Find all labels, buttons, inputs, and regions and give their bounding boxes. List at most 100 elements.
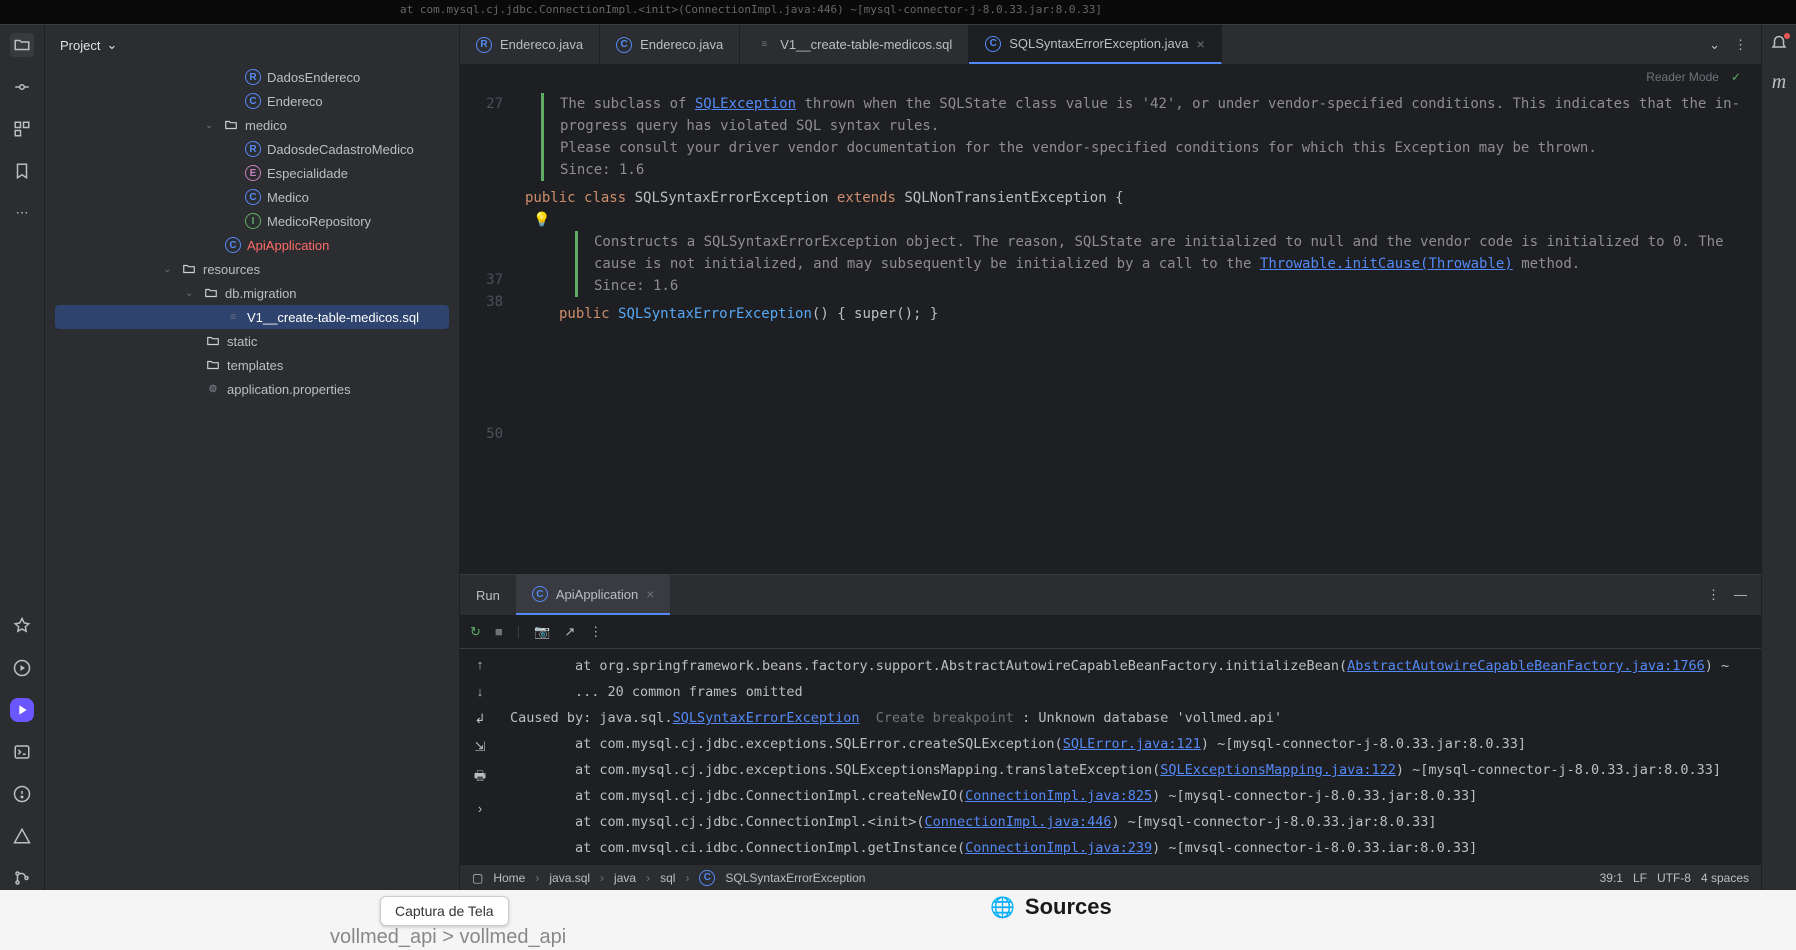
exit-icon[interactable]: ↗ <box>564 624 575 640</box>
wrap-icon[interactable]: ↲ <box>475 711 486 727</box>
chevron-down-icon: ⌄ <box>205 120 217 131</box>
chevron-down-icon[interactable]: ⌄ <box>1709 37 1720 53</box>
bulb-icon[interactable]: 💡 <box>533 212 550 228</box>
commit-icon[interactable] <box>10 75 34 99</box>
gear-icon: ⚙ <box>205 381 221 397</box>
breadcrumb[interactable]: SQLSyntaxErrorException <box>725 871 865 885</box>
project-header[interactable]: Project ⌄ <box>45 25 459 65</box>
problems-icon[interactable] <box>10 782 34 806</box>
notifications-icon[interactable] <box>1770 35 1788 53</box>
kebab-icon[interactable]: ⋮ <box>1734 37 1747 53</box>
project-tree[interactable]: RDadosEndereco C Endereco ⌄ medico RDadosd… <box>45 65 459 890</box>
interface-icon: I <box>245 213 261 229</box>
more-icon[interactable]: ⋯ <box>10 201 34 225</box>
cursor-pos[interactable]: 39:1 <box>1600 871 1623 885</box>
editor-meta: Reader Mode ✓ <box>460 65 1761 89</box>
run-icon[interactable] <box>10 656 34 680</box>
class-icon: C <box>699 870 715 886</box>
right-toolbar: m <box>1761 25 1796 890</box>
tree-label: ApiApplication <box>247 238 329 253</box>
project-icon[interactable] <box>10 33 34 57</box>
run-config-tab[interactable]: C ApiApplication × <box>516 575 671 615</box>
tree-label: Endereco <box>267 94 323 109</box>
indent[interactable]: 4 spaces <box>1701 871 1749 885</box>
down-icon[interactable]: ↓ <box>477 684 484 699</box>
tree-item-selected[interactable]: ≡V1__create-table-medicos.sql <box>55 305 449 329</box>
breadcrumb[interactable]: java.sql <box>549 871 590 885</box>
up-icon[interactable]: ↑ <box>477 657 484 672</box>
vcs-icon[interactable] <box>10 866 34 890</box>
run-toolbar: ↻ ■ | 📷 ↗ ⋮ <box>460 615 1761 649</box>
class-icon: C <box>532 586 548 602</box>
encoding[interactable]: UTF-8 <box>1657 871 1691 885</box>
globe-icon: 🌐 <box>990 895 1015 920</box>
stop-icon[interactable]: ■ <box>495 624 503 639</box>
class-icon: C <box>245 93 261 109</box>
tree-item[interactable]: templates <box>55 353 459 377</box>
status-home[interactable]: Home <box>493 871 525 885</box>
tree-item[interactable]: ⌄db.migration <box>55 281 459 305</box>
close-icon[interactable]: × <box>1196 36 1204 52</box>
run-tabs: Run C ApiApplication × ⋮ — <box>460 575 1761 615</box>
javadoc-block: The subclass of SQLException thrown when… <box>541 93 1761 181</box>
tree-item[interactable]: ⚙ application.properties <box>55 377 459 401</box>
bookmarks-icon[interactable] <box>10 159 34 183</box>
tree-item[interactable]: C Endereco <box>55 89 459 113</box>
tab-label: Endereco.java <box>500 37 583 52</box>
tree-item[interactable]: C ApiApplication <box>55 233 459 257</box>
tree-item[interactable]: RDadosEndereco <box>55 65 459 89</box>
tree-label: application.properties <box>227 382 351 397</box>
breadcrumb[interactable]: sql <box>660 871 675 885</box>
sql-file-icon: ≡ <box>225 309 241 325</box>
breadcrumb[interactable]: java <box>614 871 636 885</box>
tab-sql[interactable]: ≡V1__create-table-medicos.sql <box>740 25 969 64</box>
play-icon[interactable] <box>10 698 34 722</box>
reader-mode-label[interactable]: Reader Mode <box>1646 70 1719 84</box>
javadoc-block-inner: Constructs a SQLSyntaxErrorException obj… <box>575 231 1761 297</box>
build-icon[interactable] <box>10 614 34 638</box>
kebab-icon[interactable]: ⋮ <box>1707 587 1720 603</box>
print-icon[interactable]: 🖶 <box>474 767 486 789</box>
line-num: 50 <box>460 423 503 445</box>
tree-label: DadosdeCadastroMedico <box>267 142 414 157</box>
tree-item[interactable]: CMedico <box>55 185 459 209</box>
run-panel: Run C ApiApplication × ⋮ — ↻ ■ | 📷 ↗ ⋮ <box>460 574 1761 864</box>
structure-icon[interactable] <box>10 117 34 141</box>
tab-exception[interactable]: CSQLSyntaxErrorException.java× <box>969 25 1221 64</box>
kebab-icon[interactable]: ⋮ <box>589 624 602 640</box>
left-toolbar: ⋯ <box>0 25 45 890</box>
chevron-right-icon[interactable]: › <box>478 801 482 816</box>
tree-label: medico <box>245 118 287 133</box>
console-output[interactable]: at org.springframework.beans.factory.sup… <box>500 649 1761 864</box>
editor-body[interactable]: 27 37 38 50 The subclass of SQLException… <box>460 89 1761 574</box>
run-config-label: ApiApplication <box>556 587 638 602</box>
rerun-icon[interactable]: ↻ <box>470 624 481 640</box>
screenshot-tooltip: Captura de Tela <box>380 896 509 926</box>
tab-endereco2[interactable]: CEndereco.java <box>600 25 740 64</box>
minimize-icon[interactable]: — <box>1734 587 1747 603</box>
tree-item[interactable]: EEspecialidade <box>55 161 459 185</box>
line-num: 38 <box>460 291 503 313</box>
project-label: Project <box>60 38 100 53</box>
tree-item[interactable]: static <box>55 329 459 353</box>
background-trace: at com.mysql.cj.jdbc.ConnectionImpl.<ini… <box>0 0 1796 24</box>
tab-endereco[interactable]: REndereco.java <box>460 25 600 64</box>
tab-label: SQLSyntaxErrorException.java <box>1009 36 1188 51</box>
tree-item[interactable]: RDadosdeCadastroMedico <box>55 137 459 161</box>
home-icon[interactable]: ▢ <box>472 871 483 885</box>
maven-icon[interactable]: m <box>1772 71 1786 94</box>
terminal-icon[interactable] <box>10 740 34 764</box>
scroll-icon[interactable]: ⇲ <box>475 739 486 755</box>
line-sep[interactable]: LF <box>1633 871 1647 885</box>
tree-item[interactable]: ⌄resources <box>55 257 459 281</box>
warning-icon[interactable] <box>10 824 34 848</box>
close-icon[interactable]: × <box>646 586 654 602</box>
screenshot-icon[interactable]: 📷 <box>534 624 550 640</box>
tree-item[interactable]: ⌄ medico <box>55 113 459 137</box>
run-tab-label[interactable]: Run <box>460 575 516 615</box>
code-content[interactable]: The subclass of SQLException thrown when… <box>515 89 1761 574</box>
project-pane: Project ⌄ RDadosEndereco C Endereco ⌄ medi… <box>45 25 460 890</box>
tab-label: V1__create-table-medicos.sql <box>780 37 952 52</box>
tree-item[interactable]: IMedicoRepository <box>55 209 459 233</box>
class-icon: C <box>225 237 241 253</box>
